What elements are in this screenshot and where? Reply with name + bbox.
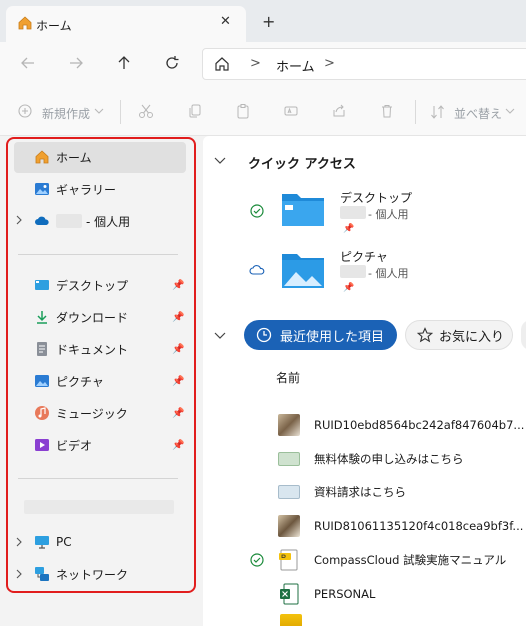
breadcrumb-home[interactable]: ホーム <box>276 56 315 75</box>
share-icon[interactable] <box>331 103 347 119</box>
file-name: RUID10ebd8564bc242af847604b7... <box>314 418 525 432</box>
file-row[interactable]: RUID10ebd8564bc242af847604b7... <box>278 413 524 437</box>
file-name: 無料体験の申し込みはこちら <box>314 452 464 466</box>
clock-icon <box>256 327 272 343</box>
breadcrumb-separator[interactable]: > <box>250 56 261 71</box>
cut-icon[interactable] <box>138 103 154 119</box>
folder-name[interactable]: デスクトップ <box>340 189 412 206</box>
folder-name[interactable]: ピクチャ <box>340 248 388 265</box>
folder-location: - 個人用 <box>368 208 409 221</box>
chevron-down-icon <box>94 106 104 116</box>
refresh-button[interactable] <box>161 52 183 74</box>
file-name: PERSONAL <box>314 587 376 601</box>
highlight-outline <box>6 137 196 593</box>
synced-check-icon <box>250 553 264 567</box>
arrow-right-icon <box>70 57 83 69</box>
star-icon <box>417 327 433 343</box>
folder-pictures-icon[interactable] <box>280 250 326 290</box>
owner-blur <box>340 265 366 278</box>
synced-check-icon <box>250 204 264 218</box>
arrow-left-icon <box>21 57 34 69</box>
pdf-file-icon <box>278 549 300 571</box>
file-name: 資料請求はこちら <box>314 485 406 499</box>
new-button-label[interactable]: 新規作成 <box>42 105 90 122</box>
rename-icon[interactable] <box>283 103 299 119</box>
command-separator-2 <box>415 100 416 124</box>
breadcrumb-chevron[interactable]: > <box>324 56 335 71</box>
file-name: CompassCloud 試験実施マニュアル <box>314 553 507 567</box>
shortcut-thumbnail-icon <box>278 452 300 466</box>
new-plus-icon <box>18 104 32 118</box>
excel-file-icon <box>278 583 300 605</box>
file-row[interactable]: RUID81061135120f4c018cea9bf3f... <box>278 514 523 538</box>
favorites-tab-label: お気に入り <box>439 329 505 345</box>
column-header-name[interactable]: 名前 <box>276 369 300 386</box>
collapse-chevron-icon[interactable] <box>214 155 226 165</box>
sort-chevron-icon <box>505 106 515 116</box>
favorites-tab[interactable]: お気に入り <box>405 320 513 350</box>
shortcut-thumbnail-icon <box>278 485 300 499</box>
quick-access-title: クイック アクセス <box>248 157 356 172</box>
image-thumbnail-icon <box>278 414 300 436</box>
file-row[interactable]: 無料体験の申し込みはこちら <box>278 447 464 471</box>
home-outline-icon[interactable] <box>214 56 230 72</box>
file-name: RUID81061135120f4c018cea9bf3f... <box>314 519 524 533</box>
folder-location: - 個人用 <box>368 267 409 280</box>
folder-desktop-icon[interactable] <box>280 190 326 228</box>
sort-icon <box>430 104 446 120</box>
owner-blur <box>340 206 366 219</box>
arrow-up-icon <box>118 56 130 69</box>
file-row[interactable]: PERSONAL <box>278 582 375 606</box>
file-row[interactable]: 資料請求はこちら <box>278 480 406 504</box>
delete-icon[interactable] <box>379 103 395 119</box>
shared-tab-partial[interactable] <box>521 320 526 350</box>
home-icon <box>17 15 33 31</box>
recent-tab[interactable]: 最近使用した項目 <box>244 320 397 350</box>
up-button[interactable] <box>113 52 135 74</box>
copy-icon[interactable] <box>187 103 203 119</box>
file-row[interactable]: CompassCloud 試験実施マニュアル <box>278 548 506 572</box>
close-tab-button[interactable]: ✕ <box>220 14 231 29</box>
collapse-chevron-icon[interactable] <box>214 330 226 340</box>
paste-icon[interactable] <box>235 103 251 119</box>
recent-tab-label: 最近使用した項目 <box>280 329 385 345</box>
command-separator <box>120 100 121 124</box>
pin-icon: 📌 <box>343 224 355 234</box>
new-tab-button[interactable]: + <box>262 12 275 31</box>
partial-file-icon <box>280 614 302 626</box>
sort-button-label[interactable]: 並べ替え <box>454 105 502 122</box>
image-thumbnail-icon <box>278 515 300 537</box>
forward-button[interactable] <box>65 52 87 74</box>
back-button[interactable] <box>17 52 39 74</box>
tab-title: ホーム <box>36 19 72 33</box>
refresh-icon <box>166 56 179 69</box>
pin-icon: 📌 <box>343 283 355 293</box>
cloud-outline-icon <box>249 264 265 276</box>
